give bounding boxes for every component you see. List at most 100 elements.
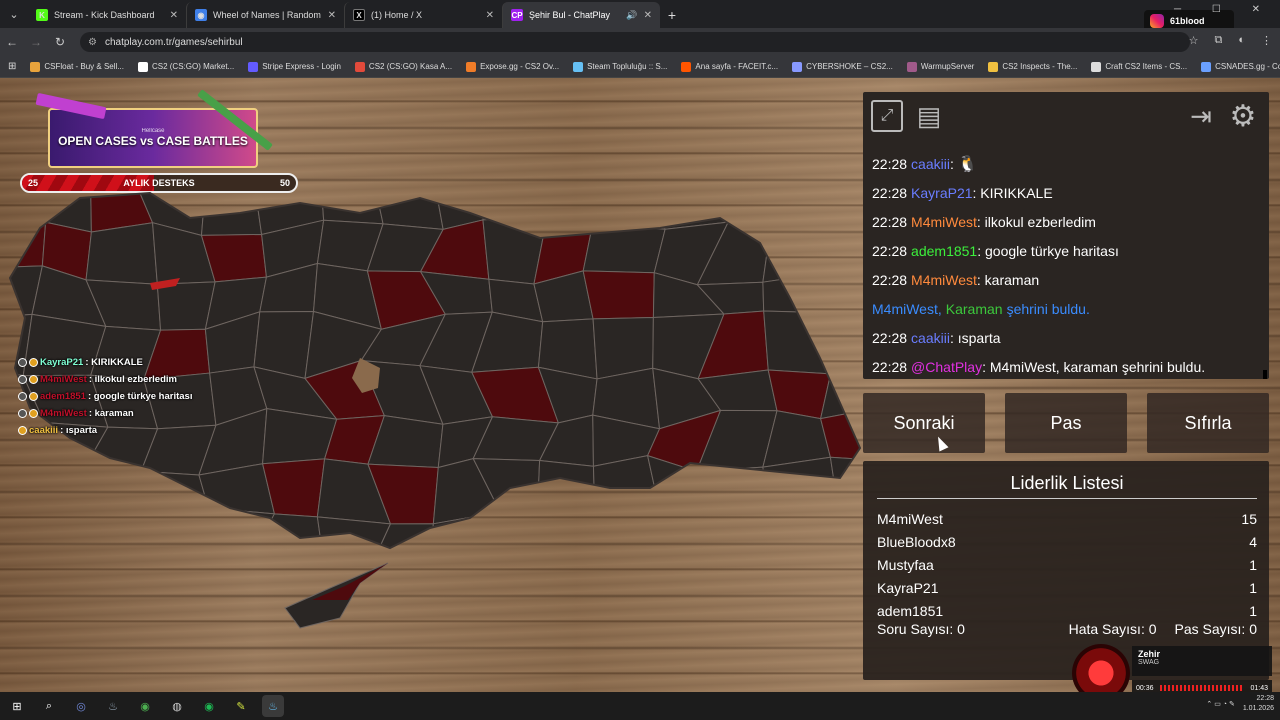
browser-tab[interactable]: K Stream - Kick Dashboard ✕ xyxy=(28,2,186,28)
exit-icon[interactable]: ⇥ xyxy=(1185,100,1217,132)
chat-user[interactable]: caakiii xyxy=(911,330,950,346)
obs-icon[interactable]: ◍ xyxy=(166,695,188,717)
forward-icon[interactable]: → xyxy=(24,35,48,49)
tab-search-icon[interactable]: ⌄ xyxy=(0,0,28,28)
province[interactable] xyxy=(823,188,862,234)
province[interactable] xyxy=(253,310,315,379)
bookmark-item[interactable]: Steam Topluluğu :: S... xyxy=(573,61,667,72)
bookmark-item[interactable]: Expose.gg - CS2 Ov... xyxy=(466,61,559,72)
tab-close-icon[interactable]: ✕ xyxy=(170,10,178,21)
chat-user[interactable]: M4miWest xyxy=(911,214,977,230)
province[interactable] xyxy=(696,466,769,512)
browser-tab[interactable]: CP Şehir Bul - ChatPlay 🔊 ✕ xyxy=(502,2,660,28)
profile-avatar-icon[interactable]: ◐ xyxy=(1238,34,1245,47)
province[interactable] xyxy=(23,463,111,520)
province[interactable] xyxy=(582,270,655,320)
steam-icon[interactable]: ♨ xyxy=(102,695,124,717)
tab-audio-icon[interactable]: 🔊 xyxy=(626,10,637,21)
chat-user[interactable]: KayraP21 xyxy=(911,185,972,201)
province[interactable] xyxy=(761,188,828,234)
sponsor-banner[interactable]: Hellcase OPEN CASES vs CASE BATTLES xyxy=(35,89,273,168)
tab-close-icon[interactable]: ✕ xyxy=(486,10,494,21)
tray-icons[interactable]: ⌃ ▭ ◔ ✎ xyxy=(1206,700,1234,708)
chat-user[interactable]: M4miWest xyxy=(911,272,977,288)
bookmark-item[interactable]: CS2 (CS:GO) Kasa A... xyxy=(354,61,452,72)
province[interactable] xyxy=(531,188,608,225)
province[interactable] xyxy=(829,456,862,520)
discord-icon[interactable]: ◎ xyxy=(70,695,92,717)
pass-button[interactable]: Pas xyxy=(1005,393,1127,453)
bookmark-item[interactable]: CSNADES.gg - Cou... xyxy=(1201,61,1280,72)
province[interactable] xyxy=(821,272,862,314)
search-icon[interactable]: ⌕ xyxy=(38,695,60,717)
bookmark-item[interactable]: CS2 (CS:GO) Market... xyxy=(137,61,234,72)
bookmark-item[interactable]: WarmupServer xyxy=(906,61,974,72)
window-controls[interactable]: ─ ☐ ✕ xyxy=(1174,4,1274,15)
browser-tab[interactable]: ◉ Wheel of Names | Random nam ✕ xyxy=(186,2,344,28)
app-icon[interactable]: ✎ xyxy=(230,695,252,717)
province[interactable] xyxy=(536,507,604,572)
site-info-icon[interactable]: ⚙ xyxy=(88,37,97,48)
tab-close-icon[interactable]: ✕ xyxy=(328,10,336,21)
province[interactable] xyxy=(0,219,47,269)
province[interactable] xyxy=(767,506,840,559)
province[interactable] xyxy=(719,188,772,227)
province[interactable] xyxy=(0,503,36,567)
notes-icon[interactable]: ▤ xyxy=(913,100,945,132)
province[interactable] xyxy=(316,516,391,568)
chat-scrollbar[interactable] xyxy=(1263,370,1267,379)
address-bar[interactable]: ⚙ chatplay.com.tr/games/sehirbul xyxy=(80,32,1190,52)
province[interactable] xyxy=(25,503,111,567)
chat-user[interactable]: adem1851 xyxy=(911,243,977,259)
gear-icon[interactable]: ⚙ xyxy=(1227,100,1259,133)
province[interactable] xyxy=(140,470,209,510)
spotify-icon[interactable]: ◉ xyxy=(198,695,220,717)
bookmark-item[interactable]: CSFloat - Buy & Sell... xyxy=(30,61,124,72)
province[interactable] xyxy=(650,510,712,570)
province[interactable] xyxy=(103,503,158,565)
next-button[interactable]: Sonraki xyxy=(863,393,985,453)
chat-user[interactable]: @ChatPlay xyxy=(911,359,982,375)
province[interactable] xyxy=(592,188,666,230)
chat-user[interactable]: caakiii xyxy=(911,156,950,172)
province[interactable] xyxy=(763,310,833,375)
province[interactable] xyxy=(830,312,862,381)
province[interactable] xyxy=(0,463,36,520)
bookmark-item[interactable]: CS2 Inspects - The... xyxy=(988,61,1077,72)
bookmark-item[interactable]: CYBERSHOKE – CS2... xyxy=(792,61,893,72)
extensions-icon[interactable]: ⧉ xyxy=(1214,34,1222,47)
reload-icon[interactable]: ↻ xyxy=(48,35,72,49)
province[interactable] xyxy=(482,188,548,221)
province[interactable] xyxy=(371,188,444,230)
province[interactable] xyxy=(85,222,158,285)
chrome-icon[interactable]: ◉ xyxy=(134,695,156,717)
province[interactable] xyxy=(472,507,539,572)
province[interactable] xyxy=(821,224,862,281)
steam-active-icon[interactable]: ♨ xyxy=(262,695,284,717)
fullscreen-icon[interactable]: ⤢ xyxy=(871,100,903,132)
province[interactable] xyxy=(762,456,840,518)
reset-button[interactable]: Sıfırla xyxy=(1147,393,1269,453)
province[interactable] xyxy=(647,455,712,525)
province[interactable] xyxy=(249,513,325,568)
province[interactable] xyxy=(705,506,775,559)
province[interactable] xyxy=(143,507,209,563)
bookmark-item[interactable]: Ana sayfa - FACEIT.c... xyxy=(681,61,778,72)
browser-tab[interactable]: X (1) Home / X ✕ xyxy=(344,2,502,28)
province[interactable] xyxy=(319,188,384,225)
province[interactable] xyxy=(0,188,47,223)
province[interactable] xyxy=(762,225,828,283)
bookmark-item[interactable]: Stripe Express - Login xyxy=(248,61,341,72)
tab-close-icon[interactable]: ✕ xyxy=(644,10,652,21)
bookmark-star-icon[interactable]: ☆ xyxy=(1189,34,1199,47)
province[interactable] xyxy=(537,460,596,520)
new-tab-button[interactable]: + xyxy=(660,2,684,28)
province[interactable] xyxy=(812,516,862,559)
bookmark-item[interactable]: Craft CS2 Items - CS... xyxy=(1091,61,1187,72)
back-icon[interactable]: ← xyxy=(0,35,24,49)
province[interactable] xyxy=(594,518,664,571)
windows-icon[interactable]: ⊞ xyxy=(6,695,28,717)
province[interactable] xyxy=(83,468,158,510)
menu-dots-icon[interactable]: ⋮ xyxy=(1261,34,1272,47)
apps-grid-icon[interactable]: ⊞ xyxy=(8,61,16,72)
